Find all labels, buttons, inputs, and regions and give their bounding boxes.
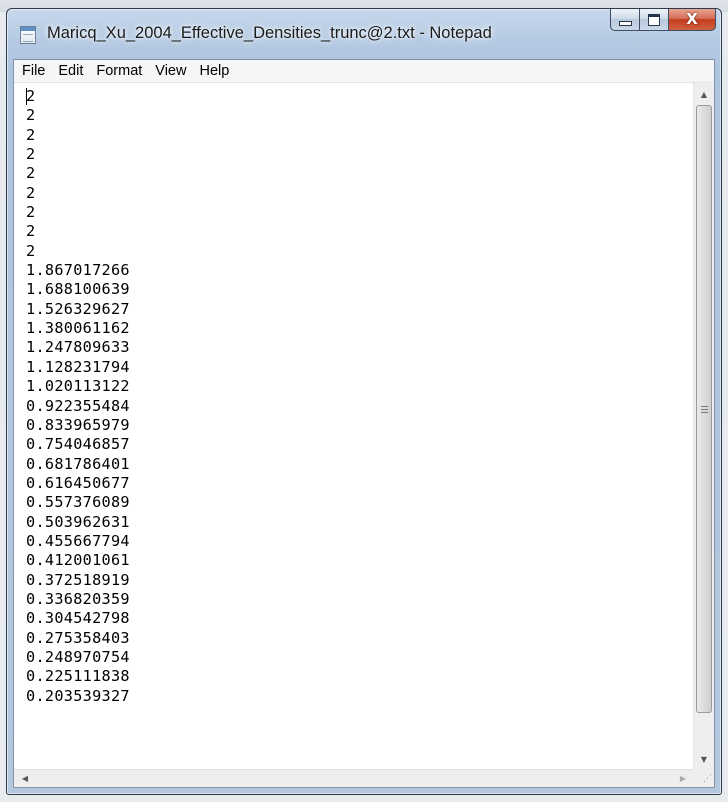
text-line: 2 (26, 203, 36, 222)
close-icon: X (686, 10, 698, 28)
text-line: 0.922355484 (26, 396, 130, 415)
menu-view[interactable]: View (150, 60, 194, 82)
menu-format[interactable]: Format (91, 60, 150, 82)
text-line: 0.455667794 (26, 531, 130, 550)
text-line: 0.557376089 (26, 493, 130, 512)
size-grip-icon: ⋰ (703, 774, 712, 784)
scroll-right-icon[interactable]: ▶ (674, 770, 692, 787)
text-line: 1.380061162 (26, 319, 130, 338)
text-line: 1.688100639 (26, 280, 130, 299)
text-line: 0.681786401 (26, 454, 130, 473)
text-line: 0.833965979 (26, 415, 130, 434)
text-line: 0.304542798 (26, 609, 130, 628)
document-text[interactable]: 2 2 2 2 2 2 2 2 2 1.867017266 1.688100639 1.5263296… (26, 87, 130, 706)
text-line: 2 (26, 222, 36, 241)
text-line: 0.616450677 (26, 473, 130, 492)
text-line: 1.247809633 (26, 338, 130, 357)
text-caret (26, 88, 27, 105)
close-button[interactable]: X (668, 9, 716, 31)
text-line: 1.128231794 (26, 357, 130, 376)
client-area: File Edit Format View Help 2 2 2 2 2 2 2 2 2 1.86… (13, 59, 715, 788)
text-line: 0.754046857 (26, 435, 130, 454)
text-line: 0.336820359 (26, 589, 130, 608)
minimize-icon (618, 21, 632, 26)
text-line: 1.020113122 (26, 377, 130, 396)
text-line: 0.412001061 (26, 551, 130, 570)
horizontal-scrollbar[interactable]: ◀ ▶ (14, 769, 694, 787)
text-line: 2 (26, 164, 36, 183)
menu-edit[interactable]: Edit (53, 60, 91, 82)
menu-file[interactable]: File (17, 60, 53, 82)
scroll-left-icon[interactable]: ◀ (16, 770, 34, 787)
text-line: 2 (26, 145, 36, 164)
text-line: 0.225111838 (26, 667, 130, 686)
text-line: 0.203539327 (26, 686, 130, 705)
scroll-down-icon[interactable]: ▼ (694, 749, 714, 769)
menu-bar: File Edit Format View Help (14, 60, 714, 83)
scroll-up-icon[interactable]: ▲ (694, 84, 714, 104)
text-line: 0.372518919 (26, 570, 130, 589)
grip-icon (700, 405, 708, 413)
text-line: 2 (26, 125, 36, 144)
maximize-button[interactable] (639, 9, 668, 31)
maximize-icon (648, 13, 660, 26)
size-grip[interactable]: ⋰ (693, 769, 714, 787)
text-line: 0.248970754 (26, 647, 130, 666)
text-line: 2 (26, 106, 36, 125)
window-title: Maricq_Xu_2004_Effective_Densities_trunc… (47, 24, 492, 42)
notepad-icon[interactable] (20, 26, 36, 44)
text-line: 2 (26, 241, 36, 260)
minimize-button[interactable] (610, 9, 639, 31)
title-bar[interactable]: Maricq_Xu_2004_Effective_Densities_trunc… (7, 9, 721, 59)
text-line: 2 (26, 183, 36, 202)
text-line: 1.526329627 (26, 299, 130, 318)
menu-help[interactable]: Help (194, 60, 237, 82)
text-line: 1.867017266 (26, 261, 130, 280)
vertical-scrollbar[interactable]: ▲ ▼ (693, 83, 714, 770)
text-line: 0.503962631 (26, 512, 130, 531)
notepad-window[interactable]: Maricq_Xu_2004_Effective_Densities_trunc… (6, 8, 722, 795)
vertical-scroll-thumb[interactable] (696, 105, 712, 713)
text-line: 2 (26, 87, 36, 105)
text-editor[interactable]: 2 2 2 2 2 2 2 2 2 1.867017266 1.688100639 1.5263296… (14, 83, 694, 770)
caption-buttons: X (610, 9, 716, 32)
text-line: 0.275358403 (26, 628, 130, 647)
